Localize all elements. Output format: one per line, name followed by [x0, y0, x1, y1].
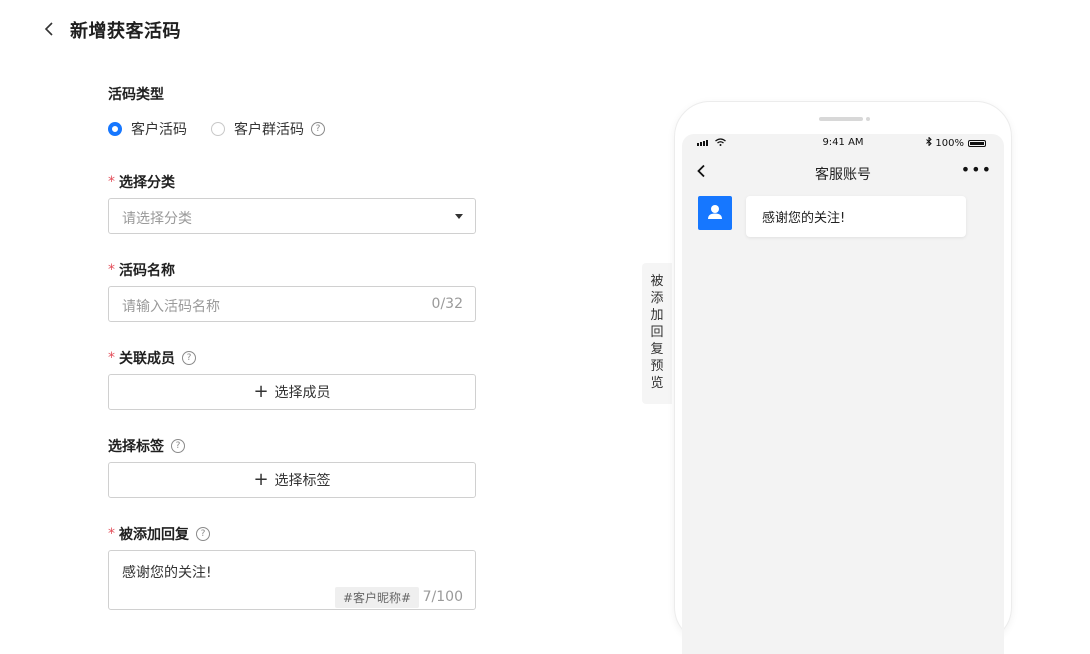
reply-label: * 被添加回复 ?: [108, 524, 210, 544]
radio-customer-code[interactable]: 客户活码: [108, 119, 187, 139]
reply-char-count: 7/100: [422, 589, 463, 605]
name-label: * 活码名称: [108, 260, 175, 280]
category-placeholder: 请选择分类: [122, 211, 192, 227]
radio-checked-icon: [108, 122, 122, 136]
code-type-label: 活码类型: [108, 84, 164, 104]
bluetooth-icon: [926, 136, 933, 149]
select-tags-button[interactable]: + 选择标签: [108, 462, 476, 498]
select-members-button[interactable]: + 选择成员: [108, 374, 476, 410]
preview-tab-char: 加: [650, 308, 664, 323]
required-mark: *: [108, 526, 115, 542]
message-bubble: 感谢您的关注!: [746, 196, 966, 237]
preview-tab-char: 复: [650, 342, 664, 357]
code-type-radio-group: 客户活码 客户群活码 ?: [108, 119, 349, 139]
radio-group-code-label: 客户群活码: [234, 122, 304, 138]
select-tags-label: 选择标签: [274, 473, 331, 489]
caret-down-icon: [455, 214, 463, 219]
required-mark: *: [108, 174, 115, 190]
user-icon: [708, 205, 722, 219]
name-input[interactable]: 请输入活码名称 0/32: [108, 286, 476, 322]
phone-camera: [866, 117, 870, 121]
preview-tab-char: 览: [650, 376, 664, 391]
nickname-variable-chip[interactable]: #客户昵称#: [335, 587, 420, 608]
required-mark: *: [108, 350, 115, 366]
battery-status: 100%: [926, 136, 986, 149]
phone-speaker: [819, 117, 863, 121]
name-label-text: 活码名称: [119, 263, 175, 279]
battery-icon: [968, 139, 986, 147]
code-type-label-text: 活码类型: [108, 87, 164, 103]
phone-preview: 9:41 AM 100% 客服账号 ••• 感谢您的关注!: [674, 101, 1012, 654]
radio-group-code[interactable]: 客户群活码 ?: [211, 119, 325, 139]
reply-text: 感谢您的关注!: [122, 565, 212, 581]
phone-nav-title: 客服账号: [815, 167, 871, 183]
preview-tab-char: 预: [650, 359, 664, 374]
members-label: * 关联成员 ?: [108, 348, 196, 368]
help-icon[interactable]: ?: [171, 439, 185, 453]
preview-tab-char: 添: [650, 291, 664, 306]
name-char-count: 0/32: [431, 296, 463, 312]
reply-preview-tab[interactable]: 被 添 加 回 复 预 览: [642, 263, 672, 404]
radio-customer-code-label: 客户活码: [131, 122, 187, 138]
back-button[interactable]: [40, 18, 60, 40]
preview-tab-char: 被: [650, 274, 664, 289]
plus-icon: +: [253, 381, 269, 402]
category-select[interactable]: 请选择分类: [108, 198, 476, 234]
reply-label-text: 被添加回复: [119, 527, 189, 543]
page-title: 新增获客活码: [70, 21, 181, 42]
avatar: [698, 196, 732, 230]
tags-label-text: 选择标签: [108, 439, 164, 455]
battery-percent: 100%: [935, 137, 964, 149]
phone-screen: 9:41 AM 100% 客服账号 ••• 感谢您的关注!: [682, 134, 1004, 654]
help-icon[interactable]: ?: [182, 351, 196, 365]
required-mark: *: [108, 262, 115, 278]
more-dots-icon: •••: [960, 160, 992, 179]
help-icon[interactable]: ?: [311, 122, 325, 136]
name-placeholder: 请输入活码名称: [122, 299, 220, 315]
help-icon[interactable]: ?: [196, 527, 210, 541]
category-label: * 选择分类: [108, 172, 175, 192]
select-members-label: 选择成员: [274, 385, 331, 401]
reply-textarea[interactable]: 感谢您的关注! #客户昵称# 7/100: [108, 550, 476, 610]
chevron-left-icon: [44, 22, 53, 36]
phone-nav-bar: 客服账号 •••: [682, 154, 1004, 190]
members-label-text: 关联成员: [119, 351, 175, 367]
tags-label: 选择标签 ?: [108, 436, 185, 456]
status-bar: 9:41 AM 100%: [682, 134, 1004, 154]
category-label-text: 选择分类: [119, 175, 175, 191]
radio-unchecked-icon: [211, 122, 225, 136]
plus-icon: +: [253, 469, 269, 490]
preview-tab-char: 回: [650, 325, 664, 340]
